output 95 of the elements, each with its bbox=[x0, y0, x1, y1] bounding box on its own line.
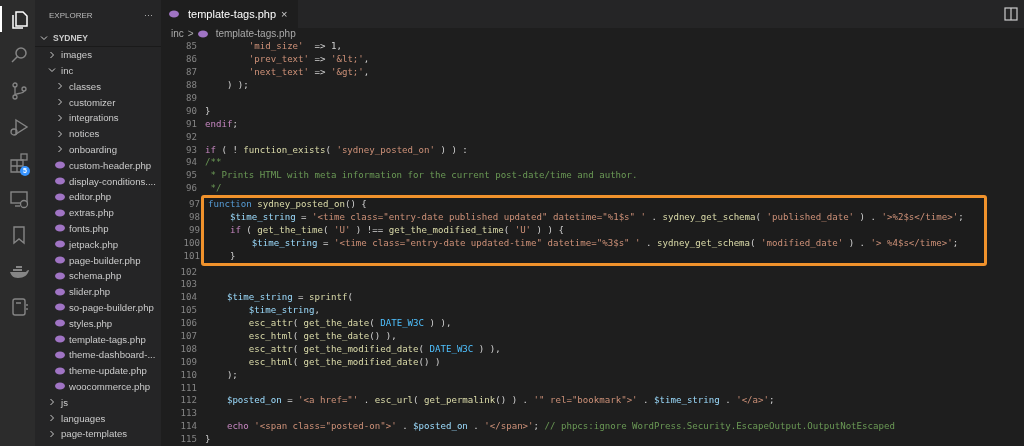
line-number: 88 bbox=[185, 79, 198, 92]
line-number: 90 bbox=[185, 104, 198, 118]
line-number: 95 bbox=[185, 169, 198, 183]
code-line: $time_string = sprintf( bbox=[225, 291, 353, 305]
line-number: 103 bbox=[179, 278, 198, 292]
code-line: esc_attr( get_the_modified_date( DATE_W3C ) ), bbox=[247, 342, 501, 356]
line-number: 99 bbox=[188, 223, 201, 237]
folder-item[interactable]: classes bbox=[35, 78, 161, 95]
line-number: 87 bbox=[185, 66, 198, 80]
line-number: 106 bbox=[179, 317, 198, 330]
line-number: 97 bbox=[188, 198, 201, 211]
line-number: 108 bbox=[179, 342, 198, 356]
line-number: 109 bbox=[179, 355, 198, 369]
code-line: */ bbox=[209, 182, 222, 196]
line-number: 115 bbox=[179, 433, 198, 446]
code-line: echo '<span class="posted-on">' . $posted_on . '</span>'; // phpcs:ignore WordPress.Security.EscapeOutput.OutputNotEscaped bbox=[225, 420, 895, 434]
code-line: esc_html( get_the_modified_date() ) bbox=[247, 355, 441, 369]
breadcrumb-separator: > bbox=[187, 28, 194, 40]
file-item[interactable]: display-conditions.... bbox=[35, 173, 161, 189]
file-item[interactable]: extras.php bbox=[35, 204, 161, 221]
folder-item[interactable]: js bbox=[35, 394, 161, 411]
file-item[interactable]: so-page-builder.php bbox=[35, 299, 161, 316]
folder-item[interactable]: images bbox=[35, 46, 161, 63]
line-number: 111 bbox=[179, 381, 198, 395]
code-line: 'mid_size' => 1, bbox=[247, 40, 342, 54]
folder-item[interactable]: inc bbox=[35, 62, 161, 79]
close-tab-button[interactable]: × bbox=[281, 8, 288, 21]
extensions-icon[interactable] bbox=[8, 153, 29, 173]
line-number: 113 bbox=[179, 407, 198, 421]
line-number: 110 bbox=[179, 368, 198, 382]
line-number: 100 bbox=[182, 236, 201, 250]
code-line: } bbox=[228, 249, 236, 263]
line-number: 91 bbox=[185, 117, 198, 131]
code-line: } bbox=[205, 433, 211, 446]
line-number: 94 bbox=[185, 156, 198, 170]
folder-item[interactable]: onboarding bbox=[35, 141, 161, 158]
code-line: /** bbox=[205, 156, 222, 170]
file-item[interactable]: schema.php bbox=[35, 267, 161, 284]
code-line: function sydney_posted_on() { bbox=[208, 198, 367, 211]
code-line: } bbox=[205, 104, 211, 118]
line-number: 104 bbox=[179, 291, 198, 305]
code-line: if ( get_the_time( 'U' ) !== get_the_modified_time( 'U' ) ) { bbox=[228, 223, 564, 237]
breadcrumb-item[interactable]: template-tags.php bbox=[215, 28, 296, 40]
code-line: $posted_on = '<a href="' . esc_url( get_permalink() ) . '" rel="bookmark">' . $time_string . '</a>'; bbox=[225, 394, 775, 408]
file-item[interactable]: woocommerce.php bbox=[35, 378, 161, 395]
line-number: 107 bbox=[179, 330, 198, 343]
code-line: $time_string, bbox=[247, 304, 320, 318]
file-item[interactable]: jetpack.php bbox=[35, 236, 161, 253]
code-line: ); bbox=[225, 368, 238, 382]
file-item[interactable]: fonts.php bbox=[35, 220, 161, 237]
file-item[interactable]: custom-header.php bbox=[35, 157, 161, 174]
more-actions-button[interactable]: ··· bbox=[144, 10, 153, 20]
code-line: $time_string = '<time class="entry-date published updated" datetime="%1$s" ' . sydney_get_schema( 'published_date' ) . '>%2$s</time>'; bbox=[228, 210, 964, 224]
file-item[interactable]: template-tags.php bbox=[35, 331, 161, 347]
split-editor-icon[interactable] bbox=[1004, 7, 1018, 22]
code-line: $time_string = '<time class="entry-date updated-time" datetime="%3$s" ' . sydney_get_schema( 'modified_date' ) . '> %4$s</time>'; bbox=[250, 236, 959, 250]
line-number: 85 bbox=[185, 40, 198, 54]
editor-tab[interactable]: template-tags.php × bbox=[161, 0, 298, 29]
php-file-icon bbox=[169, 10, 179, 19]
php-file-icon bbox=[197, 29, 208, 38]
code-line: ) ); bbox=[225, 79, 249, 92]
folder-item[interactable]: notices bbox=[35, 125, 161, 142]
file-item[interactable]: page-builder.php bbox=[35, 252, 161, 268]
project-folder[interactable]: SYDNEY bbox=[35, 30, 161, 47]
line-number: 112 bbox=[179, 394, 198, 408]
monitor-icon[interactable] bbox=[8, 189, 29, 209]
folder-item[interactable]: languages bbox=[35, 410, 161, 426]
line-number: 98 bbox=[188, 210, 201, 224]
file-item[interactable]: editor.php bbox=[35, 188, 161, 205]
line-number: 102 bbox=[179, 265, 198, 279]
code-line: endif; bbox=[205, 117, 238, 131]
folder-item[interactable]: page-templates bbox=[35, 425, 161, 442]
sidebar-title: EXPLORER bbox=[49, 10, 93, 20]
code-line: * Prints HTML with meta information for the current post-date/time and author. bbox=[209, 169, 638, 183]
folder-item[interactable]: integrations bbox=[35, 110, 161, 126]
line-number: 101 bbox=[182, 249, 201, 263]
code-line: esc_html( get_the_date() ), bbox=[247, 330, 397, 343]
code-line: esc_attr( get_the_date( DATE_W3C ) ), bbox=[247, 317, 452, 330]
file-item[interactable]: slider.php bbox=[35, 283, 161, 300]
file-item[interactable]: styles.php bbox=[35, 315, 161, 332]
file-item[interactable]: theme-dashboard-... bbox=[35, 346, 161, 363]
line-number: 105 bbox=[179, 304, 198, 318]
code-line: if ( ! function_exists( 'sydney_posted_on' ) ) : bbox=[205, 143, 468, 157]
folder-item[interactable]: customizer bbox=[35, 94, 161, 110]
line-number: 96 bbox=[185, 182, 198, 196]
breadcrumb-item[interactable]: inc bbox=[171, 28, 184, 40]
code-line: 'next_text' => '&gt;', bbox=[247, 66, 370, 80]
run-debug-icon[interactable] bbox=[8, 117, 29, 137]
file-item[interactable]: theme-update.php bbox=[35, 362, 161, 379]
line-number: 92 bbox=[185, 130, 198, 144]
line-number: 114 bbox=[179, 420, 198, 434]
line-number: 86 bbox=[185, 53, 198, 67]
line-number: 93 bbox=[185, 143, 198, 157]
code-line: 'prev_text' => '&lt;', bbox=[247, 53, 370, 67]
line-number: 89 bbox=[185, 91, 198, 105]
